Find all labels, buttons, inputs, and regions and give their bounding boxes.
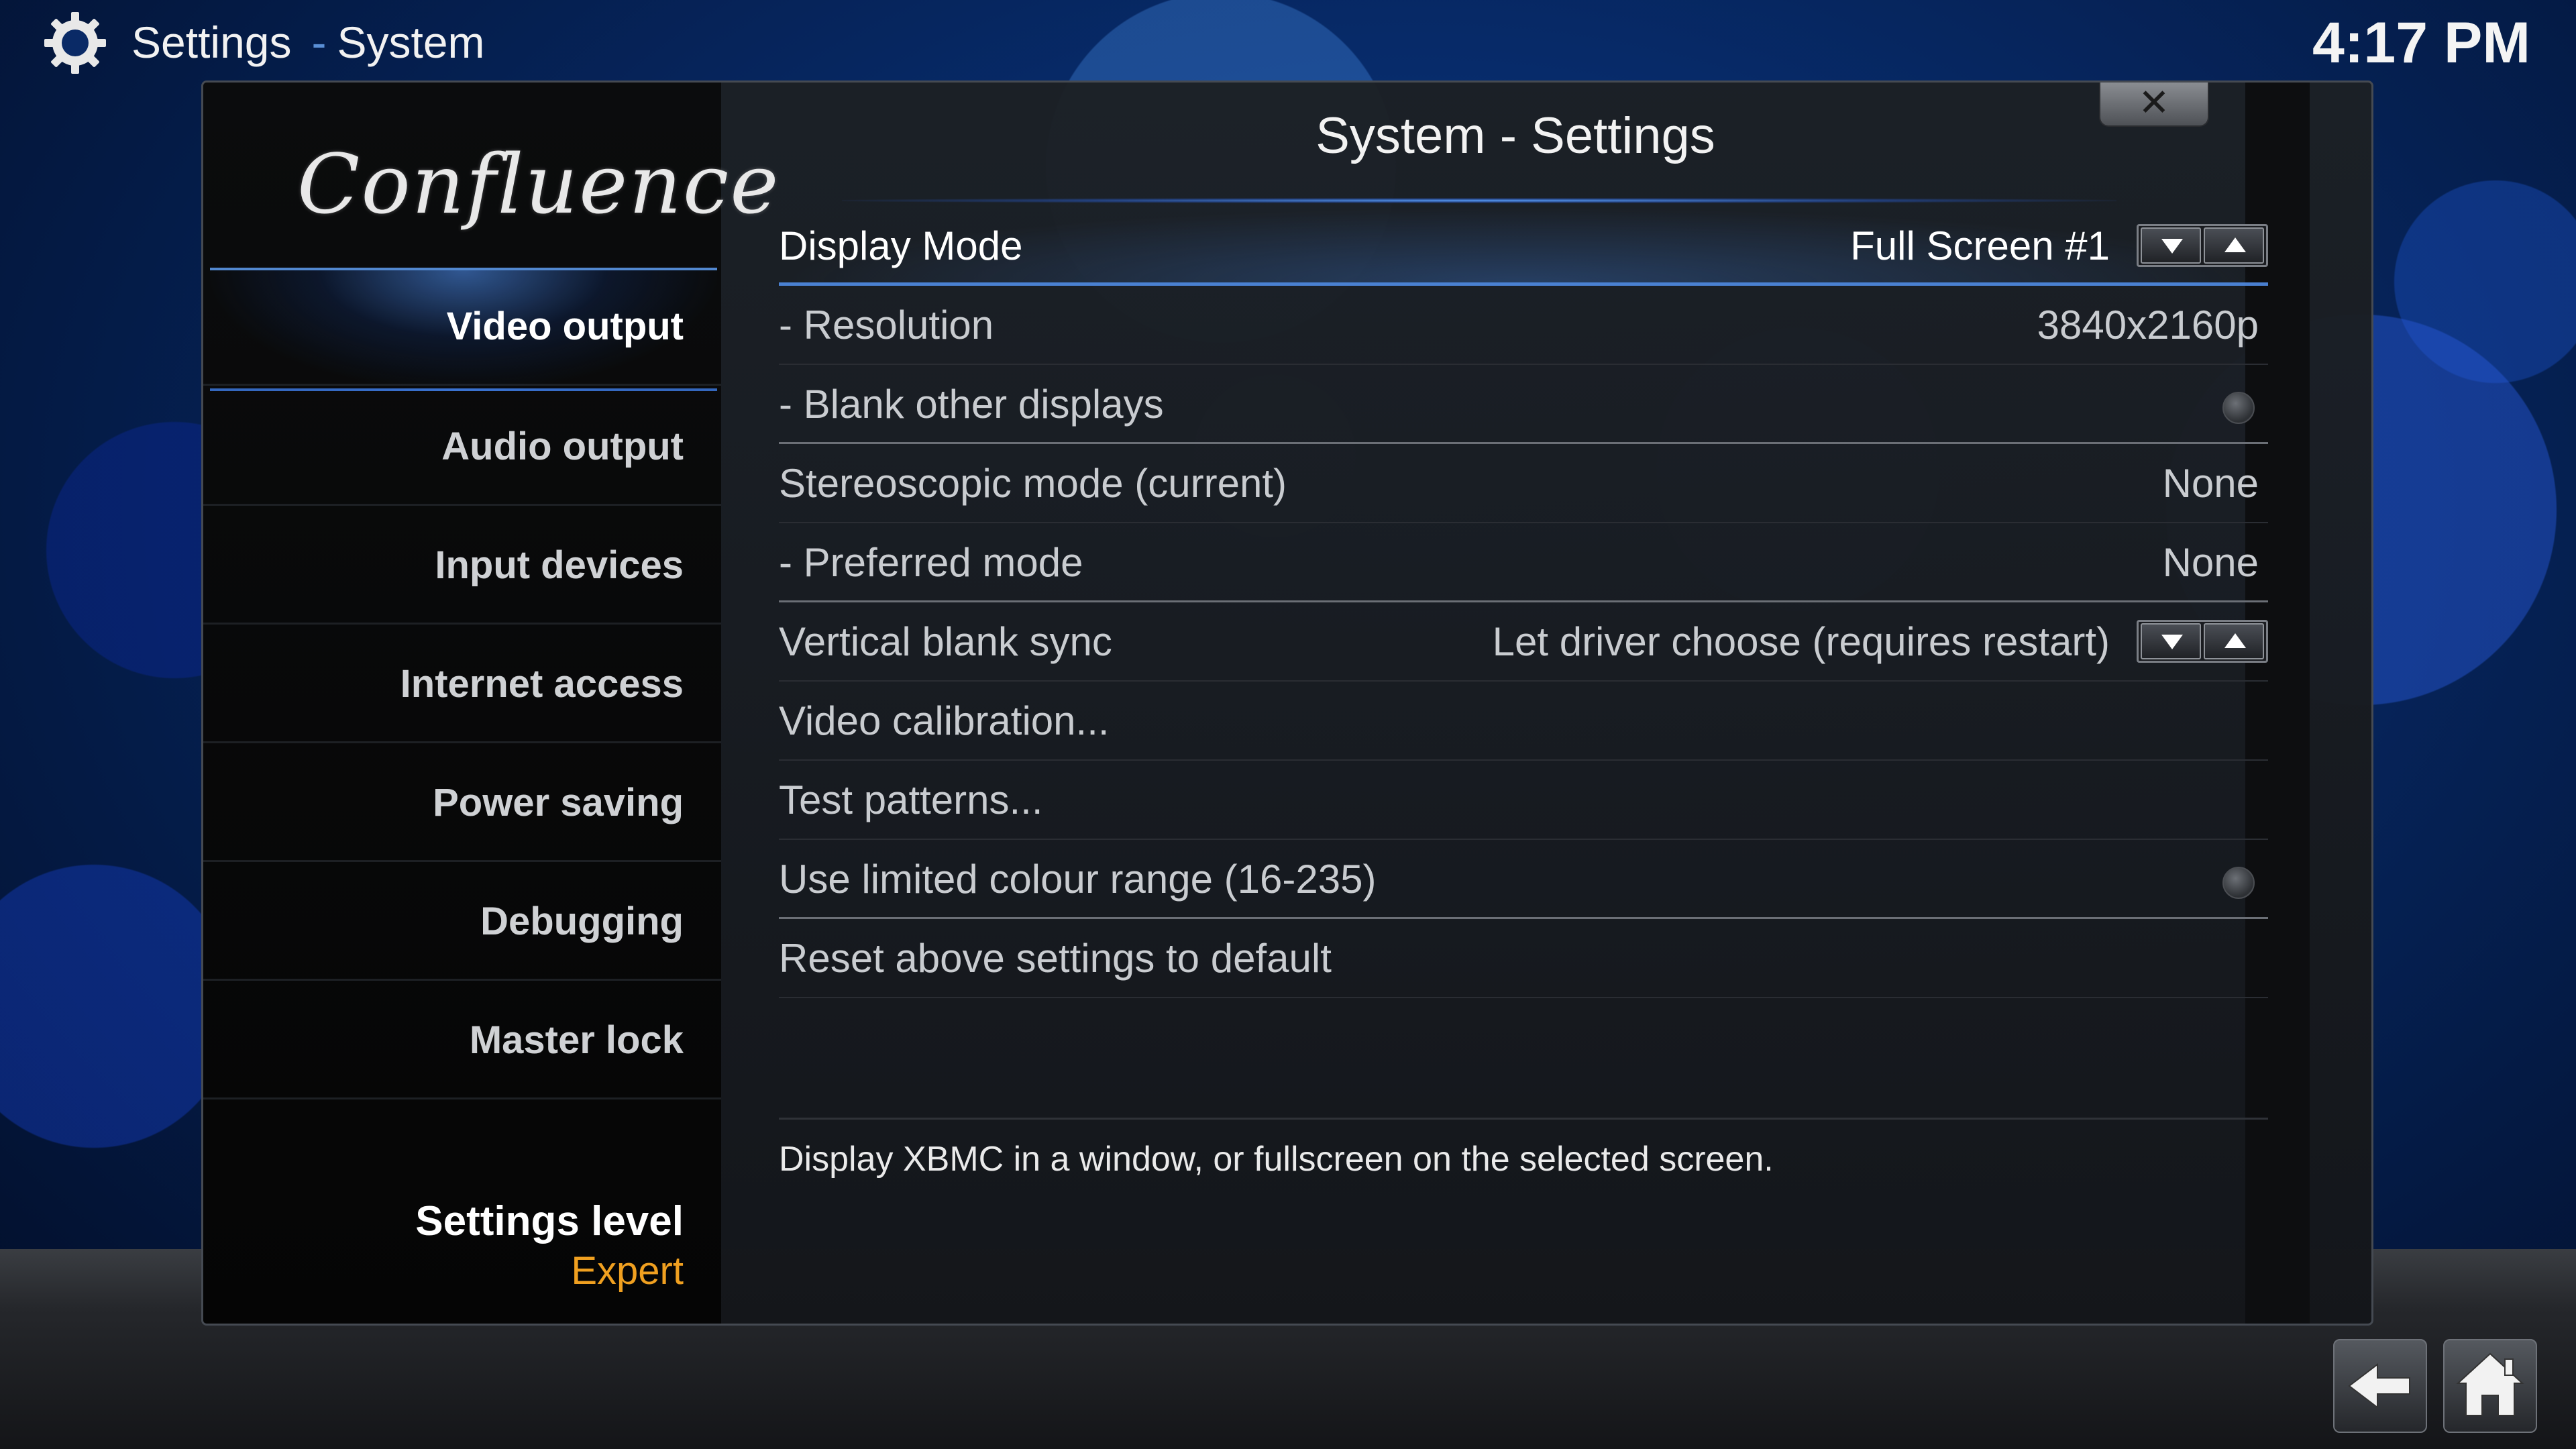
spinner-down-icon[interactable]: [2141, 623, 2201, 659]
breadcrumb-subsection: System: [337, 17, 485, 67]
display-mode-spinner: [2137, 224, 2268, 267]
setting-stereoscopic-mode[interactable]: Stereoscopic mode (current) None: [779, 444, 2268, 523]
setting-test-patterns[interactable]: Test patterns...: [779, 761, 2268, 840]
setting-preferred-mode[interactable]: - Preferred mode None: [779, 523, 2268, 602]
home-icon: [2456, 1352, 2524, 1416]
setting-label: - Blank other displays: [779, 382, 1164, 427]
gear-icon: [44, 12, 106, 74]
settings-level-button[interactable]: Settings level Expert: [415, 1196, 684, 1295]
sidebar-item-label: Input devices: [435, 543, 684, 587]
sidebar-item-internet-access[interactable]: Internet access: [203, 625, 721, 743]
description-divider: [779, 1118, 2268, 1120]
title-divider: [842, 198, 2116, 203]
settings-content: ✕ System - Settings Display Mode Full Sc…: [721, 83, 2310, 1324]
page-title: System - Settings: [1316, 107, 1715, 164]
radio-toggle-icon[interactable]: [2222, 867, 2255, 899]
back-button[interactable]: [2333, 1339, 2427, 1433]
sidebar-item-label: Internet access: [400, 662, 684, 706]
sidebar-item-label: Power saving: [433, 781, 684, 824]
back-arrow-icon: [2348, 1362, 2410, 1409]
sidebar-item-label: Video output: [446, 305, 684, 348]
setting-value: 3840x2160p: [2037, 303, 2259, 347]
setting-label: - Resolution: [779, 303, 994, 347]
sidebar-item-label: Debugging: [480, 900, 684, 943]
spinner-up-icon[interactable]: [2204, 623, 2264, 659]
setting-value: None: [2162, 461, 2259, 506]
setting-vertical-blank-sync[interactable]: Vertical blank sync Let driver choose (r…: [779, 602, 2268, 682]
home-button[interactable]: [2443, 1339, 2537, 1433]
breadcrumb-section: Settings: [131, 17, 292, 67]
sidebar-item-audio-output[interactable]: Audio output: [203, 388, 721, 506]
sidebar-item-power-saving[interactable]: Power saving: [203, 744, 721, 862]
setting-reset-defaults[interactable]: Reset above settings to default: [779, 919, 2268, 998]
setting-value: Full Screen #1: [1850, 223, 2110, 268]
settings-panel: Confluence Video output Audio output Inp…: [201, 80, 2373, 1326]
setting-value: None: [2162, 540, 2259, 585]
sidebar-item-video-output[interactable]: Video output: [203, 268, 721, 391]
setting-label: Use limited colour range (16-235): [779, 857, 1377, 902]
spinner-down-icon[interactable]: [2141, 227, 2201, 264]
sidebar-item-label: Audio output: [441, 425, 684, 468]
setting-video-calibration[interactable]: Video calibration...: [779, 682, 2268, 761]
sidebar-item-master-lock[interactable]: Master lock: [203, 981, 721, 1099]
breadcrumb-separator: -: [311, 17, 327, 67]
sidebar-item-label: Master lock: [469, 1018, 684, 1062]
setting-display-mode[interactable]: Display Mode Full Screen #1: [779, 207, 2268, 286]
clock: 4:17 PM: [2312, 11, 2530, 75]
setting-label: Display Mode: [779, 223, 1023, 268]
sidebar-item-debugging[interactable]: Debugging: [203, 863, 721, 981]
confluence-logo: Confluence: [297, 137, 780, 232]
setting-label: Stereoscopic mode (current): [779, 461, 1287, 506]
vsync-spinner: [2137, 620, 2268, 663]
setting-label: Vertical blank sync: [779, 619, 1112, 664]
setting-label: Reset above settings to default: [779, 936, 1332, 981]
setting-value: Let driver choose (requires restart): [1492, 619, 2110, 664]
spinner-up-icon[interactable]: [2204, 227, 2264, 264]
settings-level-label: Settings level: [415, 1198, 684, 1244]
setting-blank-other-displays[interactable]: - Blank other displays: [779, 365, 2268, 444]
setting-description: Display XBMC in a window, or fullscreen …: [779, 1140, 1774, 1179]
radio-toggle-icon[interactable]: [2222, 392, 2255, 424]
setting-limited-colour-range[interactable]: Use limited colour range (16-235): [779, 840, 2268, 919]
setting-label: - Preferred mode: [779, 540, 1083, 585]
breadcrumb: Settings - System: [131, 12, 485, 72]
sidebar-item-input-devices[interactable]: Input devices: [203, 506, 721, 625]
sidebar: Confluence Video output Audio output Inp…: [203, 83, 780, 1324]
setting-resolution[interactable]: - Resolution 3840x2160p: [779, 286, 2268, 365]
settings-level-value: Expert: [571, 1249, 684, 1293]
setting-label: Video calibration...: [779, 698, 1110, 743]
setting-label: Test patterns...: [779, 777, 1043, 822]
